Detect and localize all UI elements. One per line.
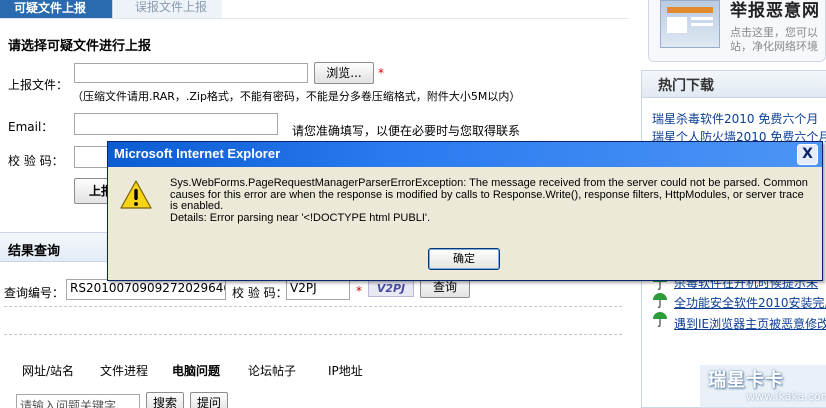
browse-button[interactable]: 浏览... [314, 62, 374, 84]
report-thumbnail [660, 0, 720, 48]
query-input[interactable]: RS20100709092720296461 [66, 279, 226, 300]
result-captcha-label: 校 验 码： [232, 286, 288, 300]
page: 可疑文件上报 误报文件上报 请选择可疑文件进行上报 上报文件： 浏览... * … [0, 0, 826, 408]
tab-upload[interactable]: 可疑文件上报 [0, 0, 112, 18]
email-label: Email： [8, 120, 54, 134]
watermark-text: 瑞星卡卡 [708, 370, 784, 391]
report-title[interactable]: 举报恶意网 [730, 0, 820, 21]
hot-downloads-title: 热门下载 [658, 78, 714, 94]
report-desc: 站，净化网络环境 [730, 40, 818, 53]
thumb-block [667, 17, 687, 33]
captcha-input[interactable] [74, 146, 108, 168]
error-dialog: Microsoft Internet Explorer X Sys.WebFor… [107, 141, 823, 281]
file-hint: （压缩文件请用.RAR，.Zip格式，不能有密码，不能是分多卷压缩格式，附件大小… [72, 90, 521, 103]
subtab-pc-issue[interactable]: 电脑问题 [172, 362, 220, 379]
file-label: 上报文件： [8, 78, 69, 92]
watermark-url: www.ikaka.com [746, 390, 826, 403]
email-field[interactable] [74, 113, 278, 135]
dialog-message: Sys.WebForms.PageRequestManagerParserErr… [170, 177, 810, 224]
subtab-ip[interactable]: IP地址 [328, 362, 363, 379]
dialog-message-text: Sys.WebForms.PageRequestManagerParserErr… [170, 177, 808, 212]
subtab-file-progress[interactable]: 文件进程 [100, 362, 148, 379]
ok-button[interactable]: 确定 [428, 248, 500, 270]
upload-heading: 请选择可疑文件进行上报 [8, 39, 152, 54]
query-label: 查询编号： [4, 286, 65, 300]
close-icon: X [802, 146, 813, 162]
captcha-label: 校 验 码： [8, 154, 64, 168]
close-button[interactable]: X [797, 144, 818, 165]
result-heading: 结果查询 [8, 244, 61, 259]
subtab-forum[interactable]: 论坛帖子 [248, 362, 296, 379]
divider [4, 334, 622, 335]
tab-misreport[interactable]: 误报文件上报 [112, 0, 222, 18]
search-input[interactable]: 请输入问题关键字 [16, 394, 140, 408]
search-button[interactable]: 搜索 [146, 392, 184, 408]
required-mark: * [378, 66, 384, 80]
dialog-title: Microsoft Internet Explorer [114, 146, 281, 161]
download-link[interactable]: 遇到IE浏览器主页被恶意修改 [674, 315, 826, 332]
umbrella-icon [653, 293, 667, 308]
thumb-line [691, 17, 713, 20]
result-captcha-input[interactable]: V2PJ [286, 279, 350, 300]
thumb-header [667, 7, 713, 13]
ask-button[interactable]: 提问 [190, 392, 228, 408]
tab-divider [0, 18, 628, 19]
file-input[interactable] [74, 63, 308, 83]
download-link[interactable]: 全功能安全软件2010安装完成 [674, 294, 826, 311]
warning-icon [120, 180, 152, 209]
umbrella-icon [653, 312, 667, 327]
hot-link[interactable]: 瑞星杀毒软件2010 免费六个月 [652, 110, 818, 127]
result-required-mark: * [356, 284, 362, 298]
dialog-titlebar[interactable]: Microsoft Internet Explorer X [108, 142, 822, 167]
divider [4, 306, 622, 307]
email-hint: 请您准确填写，以便在必要时与您取得联系 [292, 124, 521, 138]
thumb-line [691, 23, 713, 26]
subtab-site[interactable]: 网址/站名 [22, 362, 74, 379]
captcha-image: V2PJ [368, 280, 414, 297]
dialog-details-text: Details: Error parsing near '<!DOCTYPE h… [170, 211, 431, 224]
